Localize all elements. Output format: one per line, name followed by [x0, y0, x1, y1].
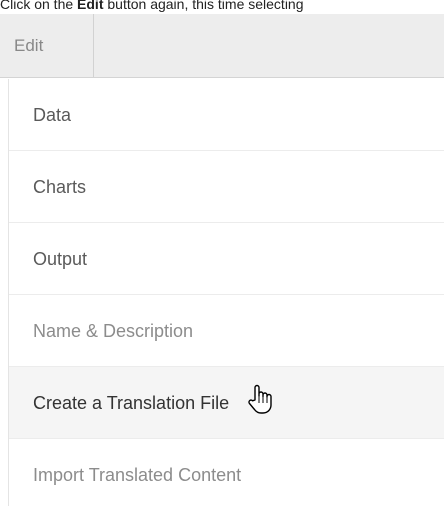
edit-button[interactable]: Edit [0, 14, 94, 77]
instruction-prefix: Click on the [0, 0, 78, 12]
menu-item-output[interactable]: Output [9, 223, 444, 295]
menubar: Edit [0, 14, 444, 78]
menu-item-create-translation-file[interactable]: Create a Translation File [9, 367, 444, 439]
menu-item-name-description[interactable]: Name & Description [9, 295, 444, 367]
edit-dropdown-menu: Data Charts Output Name & Description Cr… [8, 79, 444, 506]
hand-pointer-icon [248, 384, 272, 414]
instruction-text: Click on the Edit button again, this tim… [0, 0, 304, 14]
menu-item-charts[interactable]: Charts [9, 151, 444, 223]
instruction-suffix: button again, this time selecting [103, 0, 304, 12]
menu-item-data[interactable]: Data [9, 79, 444, 151]
instruction-bold: Edit [77, 0, 104, 12]
menu-item-import-translated-content[interactable]: Import Translated Content [9, 439, 444, 511]
